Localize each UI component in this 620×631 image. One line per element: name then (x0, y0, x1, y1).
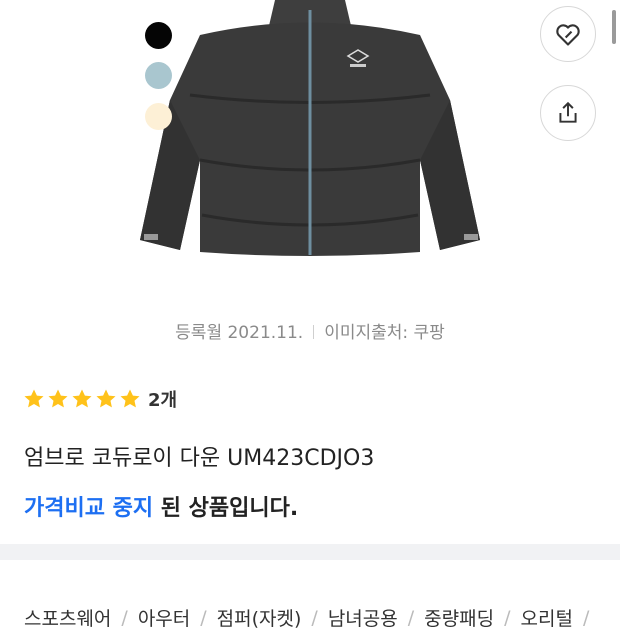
heart-icon (556, 24, 580, 46)
star-icon (120, 389, 140, 408)
product-image-area (0, 0, 620, 300)
category-link[interactable]: 남녀공용 (328, 604, 398, 631)
category-link[interactable]: 아우터 (138, 604, 190, 631)
share-button[interactable] (540, 85, 596, 141)
category-link[interactable]: 중량패딩 (424, 604, 494, 631)
price-compare-notice: 가격비교 중지 된 상품입니다. (24, 490, 298, 522)
rating-stars (22, 387, 142, 411)
category-separator: / (407, 606, 415, 629)
star-icon (48, 389, 68, 408)
category-breadcrumb: 스포츠웨어 / 아우터 / 점퍼(자켓) / 남녀공용 / 중량패딩 / 오리털 / (24, 604, 599, 631)
color-swatch-black[interactable] (145, 22, 172, 49)
product-image (140, 0, 480, 256)
register-date: 등록월 2021.11. (175, 323, 304, 343)
star-icon (72, 389, 92, 408)
notice-highlight: 가격비교 중지 (24, 496, 154, 521)
product-title: 엄브로 코듀로이 다운 UM423CDJO3 (24, 446, 375, 471)
notice-text: 된 상품입니다. (153, 496, 299, 521)
image-source: 이미지출처: 쿠팡 (324, 323, 445, 343)
meta-divider (313, 325, 315, 339)
category-separator: / (200, 606, 207, 629)
category-separator: / (582, 606, 590, 629)
scrollbar-thumb[interactable] (612, 10, 616, 44)
share-icon (559, 101, 577, 123)
color-swatch-cream[interactable] (145, 103, 172, 130)
category-separator: / (504, 606, 511, 629)
category-separator: / (121, 606, 128, 629)
review-count: 2개 (148, 390, 178, 411)
category-link[interactable]: 스포츠웨어 (24, 604, 111, 631)
product-meta: 등록월 2021.11. 이미지출처: 쿠팡 (0, 318, 620, 343)
category-link[interactable]: 오리털 (520, 604, 572, 631)
star-icon (24, 389, 44, 408)
star-icon (96, 389, 116, 408)
category-separator: / (311, 606, 318, 629)
category-link[interactable]: 점퍼(자켓) (217, 604, 302, 631)
color-swatch-lightblue[interactable] (145, 62, 172, 89)
section-divider (0, 544, 620, 560)
wishlist-button[interactable] (540, 6, 596, 62)
rating[interactable]: 2개 (22, 386, 177, 412)
